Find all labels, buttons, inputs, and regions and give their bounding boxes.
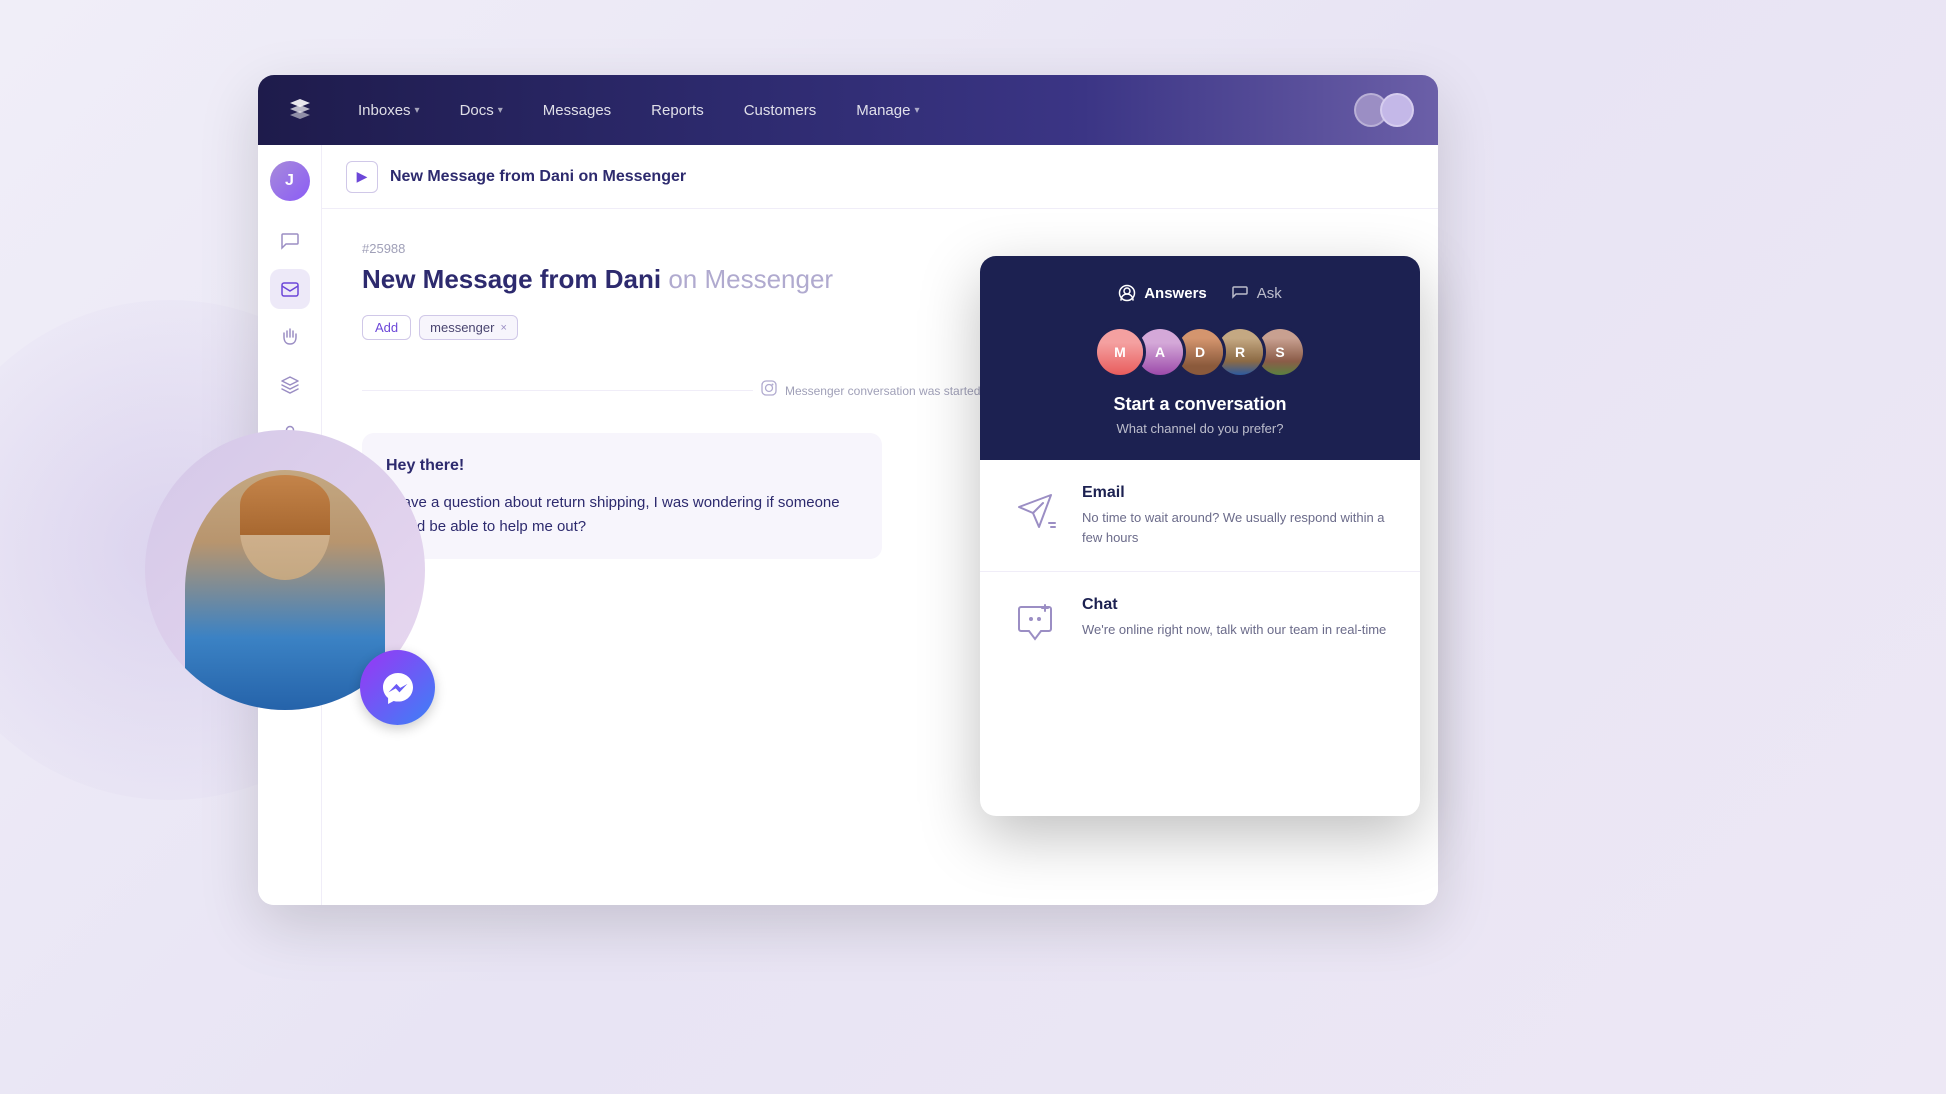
email-icon bbox=[1008, 484, 1062, 538]
conversation-subject-muted: on Messenger bbox=[668, 264, 833, 294]
instagram-icon bbox=[761, 380, 777, 401]
sidebar-item-chat[interactable] bbox=[270, 221, 310, 261]
message-bubble-1: Hey there! I have a question about retur… bbox=[362, 433, 882, 559]
chat-channel-icon bbox=[1008, 596, 1062, 650]
chat-title: Chat bbox=[1082, 596, 1386, 614]
docs-chevron: ▾ bbox=[498, 105, 503, 116]
tag-messenger: messenger × bbox=[419, 315, 518, 340]
sidebar-item-layers[interactable] bbox=[270, 365, 310, 405]
nav-avatar-group bbox=[1354, 93, 1414, 127]
remove-tag-button[interactable]: × bbox=[500, 322, 506, 334]
nav-manage[interactable]: Manage ▾ bbox=[840, 94, 935, 127]
nav-logo[interactable] bbox=[282, 92, 318, 128]
nav-docs[interactable]: Docs ▾ bbox=[444, 94, 519, 127]
conversation-header: ▶ New Message from Dani on Messenger bbox=[322, 145, 1438, 209]
channel-email[interactable]: Email No time to wait around? We usually… bbox=[980, 460, 1420, 572]
nav-inboxes[interactable]: Inboxes ▾ bbox=[342, 94, 436, 127]
widget-channels: Email No time to wait around? We usually… bbox=[980, 460, 1420, 674]
nav-customers[interactable]: Customers bbox=[728, 94, 833, 127]
inboxes-chevron: ▾ bbox=[415, 105, 420, 116]
sidebar-user-avatar[interactable]: J bbox=[270, 161, 310, 201]
widget-tabs: Answers Ask bbox=[1118, 284, 1282, 302]
sidebar-toggle-button[interactable]: ▶ bbox=[346, 161, 378, 193]
message-greeting: Hey there! bbox=[386, 453, 858, 479]
top-navigation: Inboxes ▾ Docs ▾ Messages Reports Custom… bbox=[258, 75, 1438, 145]
email-description: No time to wait around? We usually respo… bbox=[1082, 508, 1392, 547]
sidebar-item-inbox[interactable] bbox=[270, 269, 310, 309]
conversation-id: #25988 bbox=[362, 241, 1398, 256]
widget-tab-answers[interactable]: Answers bbox=[1118, 284, 1207, 302]
chat-channel-text: Chat We're online right now, talk with o… bbox=[1082, 596, 1386, 640]
nav-avatar-2[interactable] bbox=[1380, 93, 1414, 127]
widget-header: Answers Ask M A D R S bbox=[980, 256, 1420, 460]
widget-start-subtitle: What channel do you prefer? bbox=[1117, 421, 1284, 436]
widget-team-avatars: M A D R S bbox=[1094, 326, 1306, 378]
message-body: I have a question about return shipping,… bbox=[386, 491, 858, 539]
add-tag-button[interactable]: Add bbox=[362, 315, 411, 340]
chat-description: We're online right now, talk with our te… bbox=[1082, 620, 1386, 640]
manage-chevron: ▾ bbox=[914, 105, 919, 116]
widget-start-title: Start a conversation bbox=[1113, 394, 1286, 415]
widget-tab-ask[interactable]: Ask bbox=[1231, 284, 1282, 302]
nav-reports[interactable]: Reports bbox=[635, 94, 720, 127]
messenger-badge bbox=[360, 650, 435, 725]
conversation-header-title: New Message from Dani on Messenger bbox=[390, 168, 686, 186]
team-avatar-1: M bbox=[1094, 326, 1146, 378]
email-channel-text: Email No time to wait around? We usually… bbox=[1082, 484, 1392, 547]
chat-widget: Answers Ask M A D R S bbox=[980, 256, 1420, 816]
channel-chat[interactable]: Chat We're online right now, talk with o… bbox=[980, 572, 1420, 674]
email-title: Email bbox=[1082, 484, 1392, 502]
sidebar-item-hand[interactable] bbox=[270, 317, 310, 357]
nav-messages[interactable]: Messages bbox=[527, 94, 627, 127]
